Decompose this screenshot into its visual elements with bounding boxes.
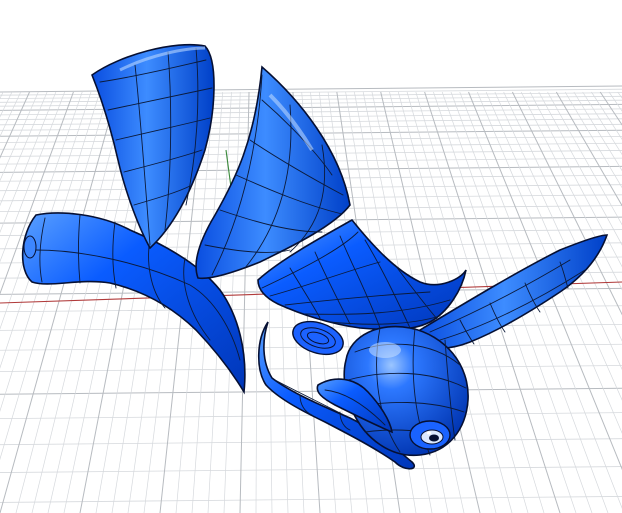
perspective-viewport[interactable] xyxy=(0,0,622,513)
eye[interactable] xyxy=(409,420,451,450)
grid-col-line xyxy=(538,91,622,246)
grid-col-line xyxy=(15,91,127,513)
rhino-logo-model[interactable] xyxy=(21,43,609,470)
grid-col-line xyxy=(555,91,622,207)
grid-col-line xyxy=(591,91,622,140)
horn-left-surface[interactable] xyxy=(91,43,215,250)
grid-row-line xyxy=(0,496,622,503)
grid-col-line xyxy=(564,91,622,189)
grid-col-line xyxy=(617,91,622,99)
grid-row-line xyxy=(0,387,622,395)
viewport-canvas[interactable] xyxy=(0,0,622,513)
grid-row-line xyxy=(0,85,622,93)
grid-col-line xyxy=(608,91,622,112)
grid-row-line xyxy=(0,466,622,473)
